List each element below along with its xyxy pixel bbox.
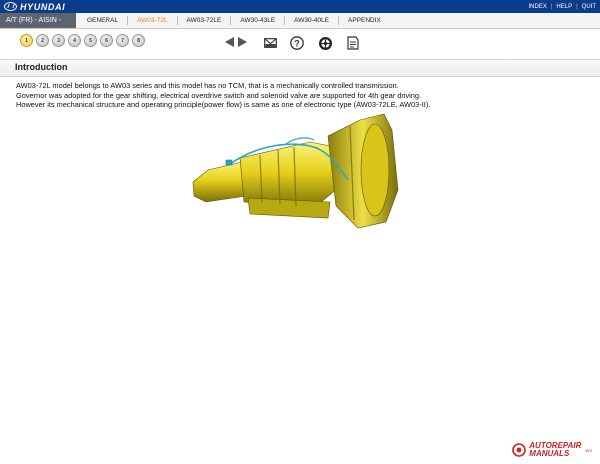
tab-appendix[interactable]: APPENDIX bbox=[339, 17, 390, 24]
description-line: AW03-72L model belongs to AW03 series an… bbox=[16, 81, 399, 90]
nav-row: A/T (FR) - AISIN - GENERAL AW03-72L AW03… bbox=[0, 13, 600, 29]
watermark: AUTOREPAIR MANUALS .WS bbox=[512, 442, 592, 458]
watermark-line-2: MANUALS bbox=[529, 449, 570, 458]
prev-next-arrows-icon[interactable] bbox=[224, 36, 248, 48]
mail-icon[interactable] bbox=[264, 38, 277, 48]
toolbar: 1 2 3 4 5 6 7 8 ? bbox=[0, 29, 600, 55]
step-button-2[interactable]: 2 bbox=[36, 34, 49, 47]
step-button-8[interactable]: 8 bbox=[132, 34, 145, 47]
tab-aw30-43le[interactable]: AW30-43LE bbox=[231, 17, 284, 24]
help-icon[interactable]: ? bbox=[290, 36, 304, 50]
step-buttons: 1 2 3 4 5 6 7 8 bbox=[20, 34, 145, 47]
top-bar: HYUNDAI INDEX | HELP | QUIT bbox=[0, 0, 600, 13]
link-divider: | bbox=[576, 3, 578, 10]
step-button-5[interactable]: 5 bbox=[84, 34, 97, 47]
svg-text:?: ? bbox=[294, 38, 300, 48]
description: AW03-72L model belongs to AW03 series an… bbox=[16, 81, 576, 110]
step-button-3[interactable]: 3 bbox=[52, 34, 65, 47]
index-link[interactable]: INDEX bbox=[529, 4, 547, 10]
page-title: Introduction bbox=[15, 62, 68, 72]
link-divider: | bbox=[550, 3, 553, 10]
step-button-7[interactable]: 7 bbox=[116, 34, 129, 47]
tab-aw30-40le[interactable]: AW30-40LE bbox=[285, 17, 338, 24]
brand-name: HYUNDAI bbox=[20, 1, 66, 12]
step-button-1[interactable]: 1 bbox=[20, 34, 33, 47]
hyundai-logo-icon bbox=[4, 2, 17, 11]
quit-link[interactable]: QUIT bbox=[582, 4, 596, 10]
section-header: Introduction bbox=[0, 59, 600, 77]
step-button-4[interactable]: 4 bbox=[68, 34, 81, 47]
tab-general[interactable]: GENERAL bbox=[78, 17, 127, 24]
tab-aw03-72le[interactable]: AW03-72LE bbox=[178, 17, 231, 24]
tab-aw03-72l[interactable]: AW03-72L bbox=[128, 17, 176, 24]
description-line: Governor was adopted for the gear shifti… bbox=[16, 90, 422, 100]
watermark-text: AUTOREPAIR MANUALS bbox=[529, 442, 581, 458]
help-link[interactable]: HELP bbox=[556, 4, 572, 10]
step-button-6[interactable]: 6 bbox=[100, 34, 113, 47]
watermark-suffix: .WS bbox=[584, 447, 592, 453]
top-links: INDEX | HELP | QUIT bbox=[529, 0, 597, 13]
tab-bar: GENERAL AW03-72L AW03-72LE AW30-43LE AW3… bbox=[78, 13, 390, 28]
wheel-icon[interactable] bbox=[318, 36, 333, 51]
model-select[interactable]: A/T (FR) - AISIN - bbox=[0, 13, 76, 28]
watermark-logo-icon bbox=[512, 443, 527, 457]
hyundai-logo: HYUNDAI bbox=[4, 1, 65, 12]
transmission-illustration bbox=[192, 113, 399, 229]
print-icon[interactable] bbox=[346, 36, 360, 50]
description-line: However its mechanical structure and ope… bbox=[16, 100, 431, 110]
